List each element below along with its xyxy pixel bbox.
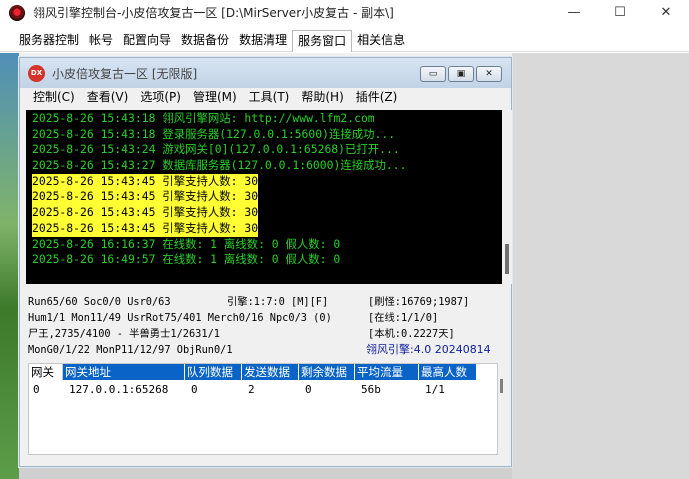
cell-address: 127.0.0.1:65268 xyxy=(69,383,169,396)
log-row: 2025-8-26 15:43:18 翎风引擎网站: http://www.lf… xyxy=(32,111,502,127)
dx-logo-icon: DX xyxy=(28,64,45,82)
log-line: 2025-8-26 15:43:18 翎风引擎网站: http://www.lf… xyxy=(32,111,375,125)
col-max-users[interactable]: 最高人数 xyxy=(419,364,477,380)
cell-sent: 2 xyxy=(248,383,255,396)
log-row: 2025-8-26 15:43:27 数据库服务器(127.0.0.1:6000… xyxy=(32,158,502,174)
menu-help[interactable]: 帮助(H) xyxy=(298,88,349,107)
tab-service-window[interactable]: 服务窗口 xyxy=(292,30,353,52)
cell-avg: 56b xyxy=(361,383,381,396)
server-window-titlebar[interactable]: DX 小皮倍攻复古一区 [无限版] ▭ ▣ ✕ xyxy=(20,58,511,88)
gateway-table-header: 网关 网关地址 队列数据 发送数据 剩余数据 平均流量 最高人数 xyxy=(29,364,477,380)
status-run: Run65/60 Soc0/0 Usr0/63 xyxy=(28,296,171,308)
table-row[interactable]: 0 127.0.0.1:65268 0 2 0 56b 1/1 xyxy=(29,382,477,398)
log-row: 2025-8-26 16:16:37 在线数: 1 离线数: 0 假人数: 0 xyxy=(32,237,502,253)
log-line: 2025-8-26 15:43:45 引擎支持人数: 30 xyxy=(32,205,259,221)
log-line: 2025-8-26 15:43:18 登录服务器(127.0.0.1:5600)… xyxy=(32,126,396,141)
status-refresh: [刷怪:16769;1987] xyxy=(368,296,470,308)
menu-plugins[interactable]: 插件(Z) xyxy=(353,88,404,107)
log-scrollbar[interactable] xyxy=(502,110,512,284)
server-maximize-button[interactable]: ▣ xyxy=(448,66,474,82)
window-controls: — ☐ ✕ xyxy=(551,0,689,25)
log-row: 2025-8-26 15:43:45 引擎支持人数: 30 xyxy=(32,189,502,206)
cell-remaining: 0 xyxy=(305,383,312,396)
log-line: 2025-8-26 15:43:27 数据库服务器(127.0.0.1:6000… xyxy=(32,158,407,173)
app-logo-icon xyxy=(9,4,25,21)
server-menu-bar: 控制(C) 查看(V) 选项(P) 管理(M) 工具(T) 帮助(H) 插件(Z… xyxy=(20,88,511,107)
status-mongo: MonG0/1/22 MonP11/12/97 ObjRun0/1 xyxy=(28,344,233,356)
col-gateway[interactable]: 网关 xyxy=(29,364,63,380)
log-row: 2025-8-26 16:49:57 在线数: 1 离线数: 0 假人数: 0 xyxy=(32,252,502,268)
gateway-table: 网关 网关地址 队列数据 发送数据 剩余数据 平均流量 最高人数 0 127.0… xyxy=(28,363,498,455)
log-line: 2025-8-26 16:49:57 在线数: 1 离线数: 0 假人数: 0 xyxy=(32,252,341,267)
gateway-scrollbar-thumb[interactable] xyxy=(500,379,503,393)
tab-about[interactable]: 相关信息 xyxy=(352,30,410,52)
status-online: [在线:1/1/0] xyxy=(368,312,439,324)
log-row: 2025-8-26 15:43:18 登录服务器(127.0.0.1:5600)… xyxy=(32,127,502,143)
app-titlebar: 翎风引擎控制台-小皮倍攻复古一区 [D:\MirServer小皮复古 - 副本\… xyxy=(0,0,689,25)
log-row: 2025-8-26 15:43:45 引擎支持人数: 30 xyxy=(32,220,502,237)
tab-server-control[interactable]: 服务器控制 xyxy=(14,30,84,52)
log-line: 2025-8-26 16:16:37 在线数: 1 离线数: 0 假人数: 0 xyxy=(32,236,341,251)
menu-manage[interactable]: 管理(M) xyxy=(190,88,243,107)
log-console[interactable]: 2025-8-26 15:43:18 翎风引擎网站: http://www.lf… xyxy=(26,110,502,284)
minimize-button[interactable]: — xyxy=(551,0,597,25)
menu-view[interactable]: 查看(V) xyxy=(84,88,135,107)
maximize-button[interactable]: ☐ xyxy=(597,0,643,25)
background-image-left xyxy=(0,53,19,479)
cell-max: 1/1 xyxy=(425,383,445,396)
tab-data-backup[interactable]: 数据备份 xyxy=(176,30,234,52)
server-window: DX 小皮倍攻复古一区 [无限版] ▭ ▣ ✕ 控制(C) 查看(V) 选项(P… xyxy=(19,57,512,467)
cell-queue: 0 xyxy=(191,383,198,396)
status-panel: Run65/60 Soc0/0 Usr0/63 引擎:1:7:0 [M][F] … xyxy=(28,295,506,361)
log-line: 2025-8-26 15:43:45 引擎支持人数: 30 xyxy=(32,173,259,190)
log-scrollbar-thumb[interactable] xyxy=(505,244,509,274)
status-local: [本机:0.2227天] xyxy=(368,328,455,340)
status-engine: 引擎:1:7:0 [M][F] xyxy=(227,296,329,308)
menu-tools[interactable]: 工具(T) xyxy=(246,88,296,107)
tab-data-cleanup[interactable]: 数据清理 xyxy=(234,30,292,52)
status-hum: Hum1/1 Mon11/49 UsrRot75/401 Merch0/16 N… xyxy=(28,312,332,324)
col-remaining-data[interactable]: 剩余数据 xyxy=(299,364,355,380)
log-row: 2025-8-26 15:43:45 引擎支持人数: 30 xyxy=(32,173,502,190)
server-window-controls: ▭ ▣ ✕ xyxy=(420,66,502,82)
menu-control[interactable]: 控制(C) xyxy=(30,88,81,107)
col-gateway-address[interactable]: 网关地址 xyxy=(63,364,185,380)
col-avg-traffic[interactable]: 平均流量 xyxy=(355,364,419,380)
gateway-scrollbar[interactable] xyxy=(498,363,506,455)
log-line: 2025-8-26 15:43:24 游戏网关[0](127.0.0.1:652… xyxy=(32,142,400,157)
menu-options[interactable]: 选项(P) xyxy=(137,88,187,107)
status-version: 翎风引擎:4.0 20240814 xyxy=(366,343,491,356)
background-area-right xyxy=(512,53,689,479)
close-button[interactable]: ✕ xyxy=(643,0,689,25)
app-title: 翎风引擎控制台-小皮倍攻复古一区 [D:\MirServer小皮复古 - 副本\… xyxy=(33,6,394,20)
col-queue-data[interactable]: 队列数据 xyxy=(185,364,242,380)
server-minimize-button[interactable]: ▭ xyxy=(420,66,446,82)
col-sent-data[interactable]: 发送数据 xyxy=(242,364,299,380)
server-close-button[interactable]: ✕ xyxy=(476,66,502,82)
server-window-title: 小皮倍攻复古一区 [无限版] xyxy=(52,66,198,81)
log-row: 2025-8-26 15:43:24 游戏网关[0](127.0.0.1:652… xyxy=(32,142,502,158)
log-line: 2025-8-26 15:43:45 引擎支持人数: 30 xyxy=(32,189,259,206)
tab-account[interactable]: 帐号 xyxy=(84,30,118,52)
log-row: 2025-8-26 15:43:45 引擎支持人数: 30 xyxy=(32,205,502,221)
log-line: 2025-8-26 15:43:45 引擎支持人数: 30 xyxy=(32,220,259,237)
cell-gateway: 0 xyxy=(33,383,40,396)
main-tab-bar: 服务器控制 帐号 配置向导 数据备份 数据清理 服务窗口 相关信息 xyxy=(0,30,689,52)
status-corpse: 尸王,2735/4100 - 半兽勇士1/2631/1 xyxy=(28,328,220,340)
tab-config-wizard[interactable]: 配置向导 xyxy=(118,30,176,52)
